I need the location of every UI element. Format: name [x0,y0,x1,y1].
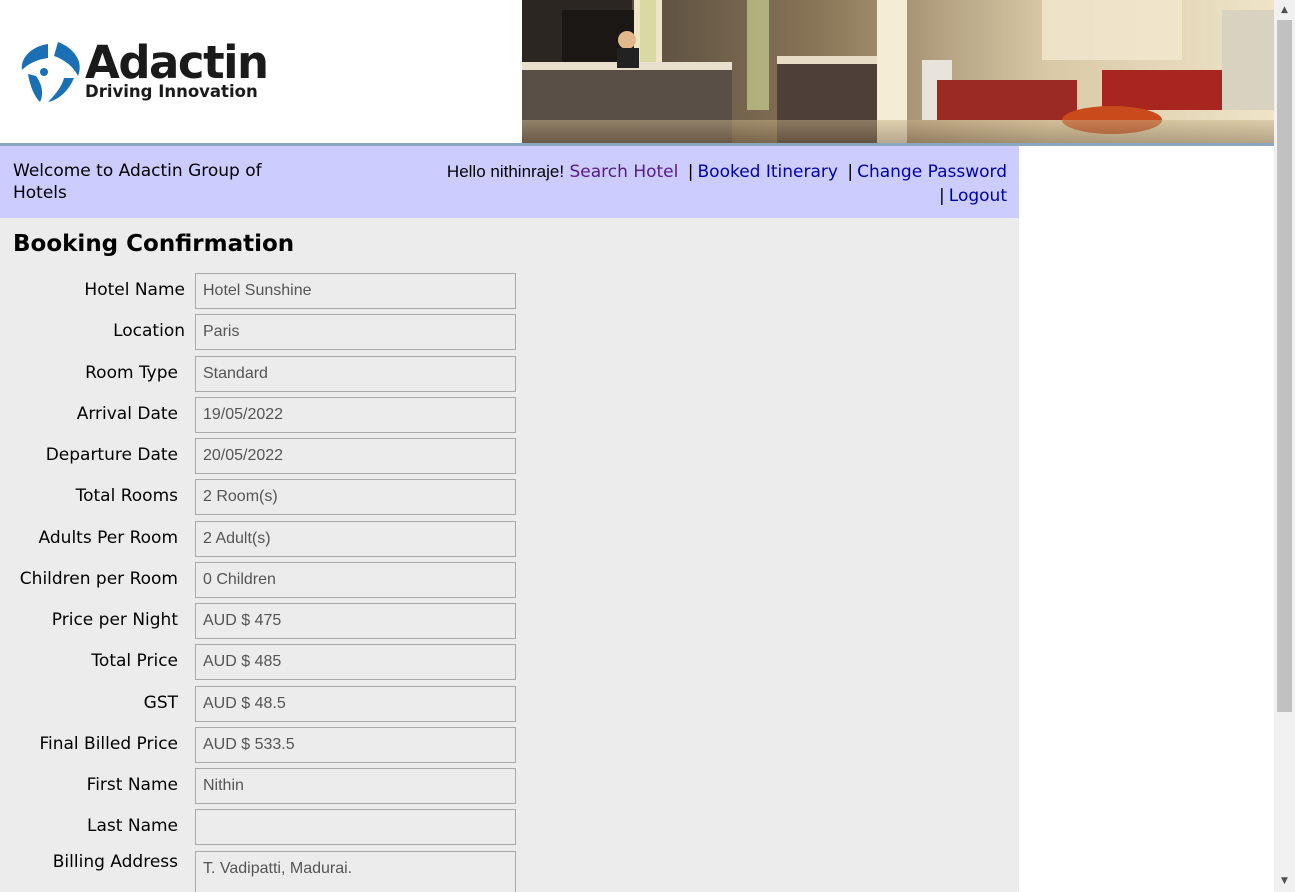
form-row-last-name: Last Name [0,809,520,847]
departure-date-label: Departure Date [45,445,178,465]
scroll-down-icon[interactable]: ▼ [1274,873,1295,890]
children-per-room-label: Children per Room [19,569,178,589]
location-field[interactable]: Paris [195,314,516,350]
hotel-lobby-banner [522,0,1274,143]
first-name-field[interactable]: Nithin [195,768,516,804]
arrival-date-label: Arrival Date [76,404,178,424]
hotel-name-field[interactable]: Hotel Sunshine [195,273,516,309]
billing-address-label: Billing Address [52,852,178,872]
arrival-date-field[interactable]: 19/05/2022 [195,397,516,433]
adults-per-room-field[interactable]: 2 Adult(s) [195,521,516,557]
room-type-label: Room Type [85,363,178,383]
final-billed-price-field[interactable]: AUD $ 533.5 [195,727,516,763]
final-billed-price-label: Final Billed Price [39,734,178,754]
departure-date-field[interactable]: 20/05/2022 [195,438,516,474]
form-row-hotel-name: Hotel Name Hotel Sunshine [0,273,520,311]
form-row-first-name: First Name Nithin [0,768,520,806]
form-row-room-type: Room Type Standard [0,356,520,394]
gst-label: GST [143,693,178,713]
scroll-up-icon[interactable]: ▲ [1274,2,1295,19]
price-per-night-field[interactable]: AUD $ 475 [195,603,516,639]
search-hotel-link[interactable]: Search Hotel [570,162,679,182]
last-name-field[interactable] [195,809,516,845]
booked-itinerary-link[interactable]: Booked Itinerary [698,162,838,182]
site-header: Adactin Driving Innovation [0,0,1274,143]
gst-field[interactable]: AUD $ 48.5 [195,686,516,722]
price-per-night-label: Price per Night [51,610,178,630]
form-row-adults-per-room: Adults Per Room 2 Adult(s) [0,521,520,559]
adactin-logo: Adactin Driving Innovation [18,36,288,106]
first-name-label: First Name [86,775,178,795]
page-title: Booking Confirmation [13,231,295,257]
nav-separator: | [847,162,854,182]
form-row-location: Location Paris [0,314,520,352]
form-row-children-per-room: Children per Room 0 Children [0,562,520,600]
logo-tagline: Driving Innovation [85,82,258,101]
page: Adactin Driving Innovation Welcome to Ad… [0,0,1295,892]
form-row-total-rooms: Total Rooms 2 Room(s) [0,479,520,517]
billing-address-field[interactable]: T. Vadipatti, Madurai. [195,851,516,892]
welcome-text: Welcome to Adactin Group of Hotels [13,161,262,203]
form-row-total-price: Total Price AUD $ 485 [0,644,520,682]
total-rooms-field[interactable]: 2 Room(s) [195,479,516,515]
logout-link[interactable]: Logout [949,186,1007,206]
top-nav-bar: Welcome to Adactin Group of Hotels Hello… [0,146,1019,218]
room-type-field[interactable]: Standard [195,356,516,392]
total-price-field[interactable]: AUD $ 485 [195,644,516,680]
scrollbar-thumb[interactable] [1277,20,1292,712]
change-password-link[interactable]: Change Password [857,162,1007,182]
booking-confirmation-panel: Booking Confirmation Hotel Name Hotel Su… [0,218,1019,892]
vertical-scrollbar[interactable]: ▲ ▼ [1274,0,1295,892]
nav-separator: | [687,162,694,182]
form-row-arrival-date: Arrival Date 19/05/2022 [0,397,520,435]
greeting-text: Hello nithinraje! [446,162,565,181]
form-row-gst: GST AUD $ 48.5 [0,686,520,724]
last-name-label: Last Name [87,816,178,836]
lobby-photo [522,0,1274,143]
form-row-departure-date: Departure Date 20/05/2022 [0,438,520,476]
total-price-label: Total Price [91,651,178,671]
location-label: Location [113,321,185,341]
hotel-name-label: Hotel Name [84,280,185,300]
adults-per-room-label: Adults Per Room [38,528,178,548]
children-per-room-field[interactable]: 0 Children [195,562,516,598]
logo-swirl-icon [21,42,80,102]
form-row-final-billed-price: Final Billed Price AUD $ 533.5 [0,727,520,765]
nav-separator: | [939,186,945,206]
total-rooms-label: Total Rooms [75,486,178,506]
form-row-price-per-night: Price per Night AUD $ 475 [0,603,520,641]
form-row-billing-address: Billing Address T. Vadipatti, Madurai. [0,851,520,892]
user-nav: Hello nithinraje! Search Hotel | Booked I… [387,160,1007,208]
